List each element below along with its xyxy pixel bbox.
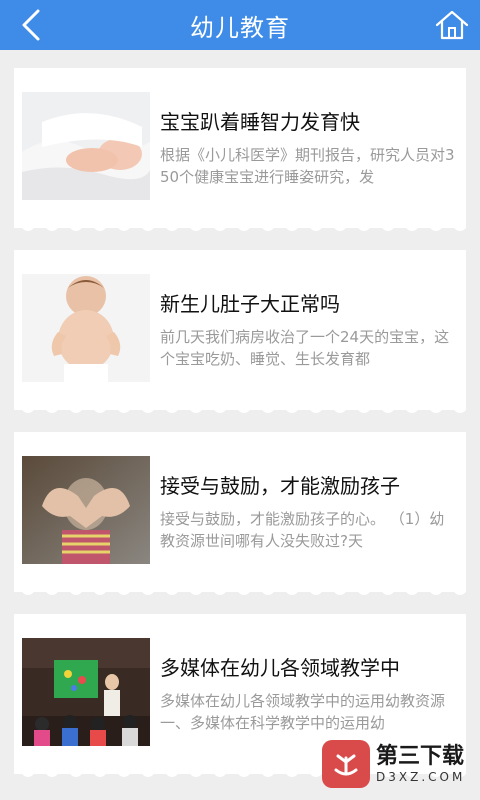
- home-button[interactable]: [434, 7, 470, 43]
- download-arrow-icon: [334, 754, 358, 776]
- watermark-subtitle: D3XZ.COM: [376, 770, 466, 784]
- article-description: 前几天我们病房收治了一个24天的宝宝，这个宝宝吃奶、睡觉、生长发育都: [160, 328, 450, 368]
- article-card[interactable]: 宝宝趴着睡智力发育快 根据《小儿科医学》期刊报告，研究人员对350个健康宝宝进行…: [14, 68, 466, 231]
- classroom-image: [22, 638, 150, 746]
- toddler-image: [22, 274, 150, 382]
- article-title: 宝宝趴着睡智力发育快: [160, 110, 360, 134]
- article-title: 多媒体在幼儿各领域教学中: [160, 656, 400, 680]
- site-watermark: 第三下载 D3XZ.COM: [322, 736, 474, 792]
- card-edge-decoration: [14, 222, 466, 231]
- watermark-logo-icon: [322, 740, 370, 788]
- card-edge-decoration: [14, 586, 466, 595]
- article-title: 新生儿肚子大正常吗: [160, 292, 340, 316]
- sleeping-baby-image: [22, 92, 150, 200]
- chevron-left-icon: [22, 9, 40, 41]
- page-title: 幼儿教育: [190, 13, 290, 42]
- back-button[interactable]: [14, 8, 48, 42]
- article-description: 多媒体在幼儿各领域教学中的运用幼教资源一、多媒体在科学教学中的运用幼: [160, 692, 446, 732]
- article-title: 接受与鼓励，才能激励孩子: [160, 474, 400, 498]
- top-bar: 幼儿教育: [0, 0, 480, 50]
- card-edge-decoration: [14, 404, 466, 413]
- article-thumbnail: [22, 638, 150, 746]
- article-card[interactable]: 接受与鼓励，才能激励孩子 接受与鼓励，才能激励孩子的心。 （1）幼教资源世间哪有…: [14, 432, 466, 595]
- watermark-title: 第三下载: [376, 744, 465, 769]
- article-thumbnail: [22, 456, 150, 564]
- article-card[interactable]: 新生儿肚子大正常吗 前几天我们病房收治了一个24天的宝宝，这个宝宝吃奶、睡觉、生…: [14, 250, 466, 413]
- article-description: 根据《小儿科医学》期刊报告，研究人员对350个健康宝宝进行睡姿研究，发: [160, 146, 455, 186]
- article-thumbnail: [22, 274, 150, 382]
- home-icon: [435, 10, 469, 40]
- heart-hands-image: [22, 456, 150, 564]
- article-thumbnail: [22, 92, 150, 200]
- article-description: 接受与鼓励，才能激励孩子的心。 （1）幼教资源世间哪有人没失败过?天: [160, 510, 445, 550]
